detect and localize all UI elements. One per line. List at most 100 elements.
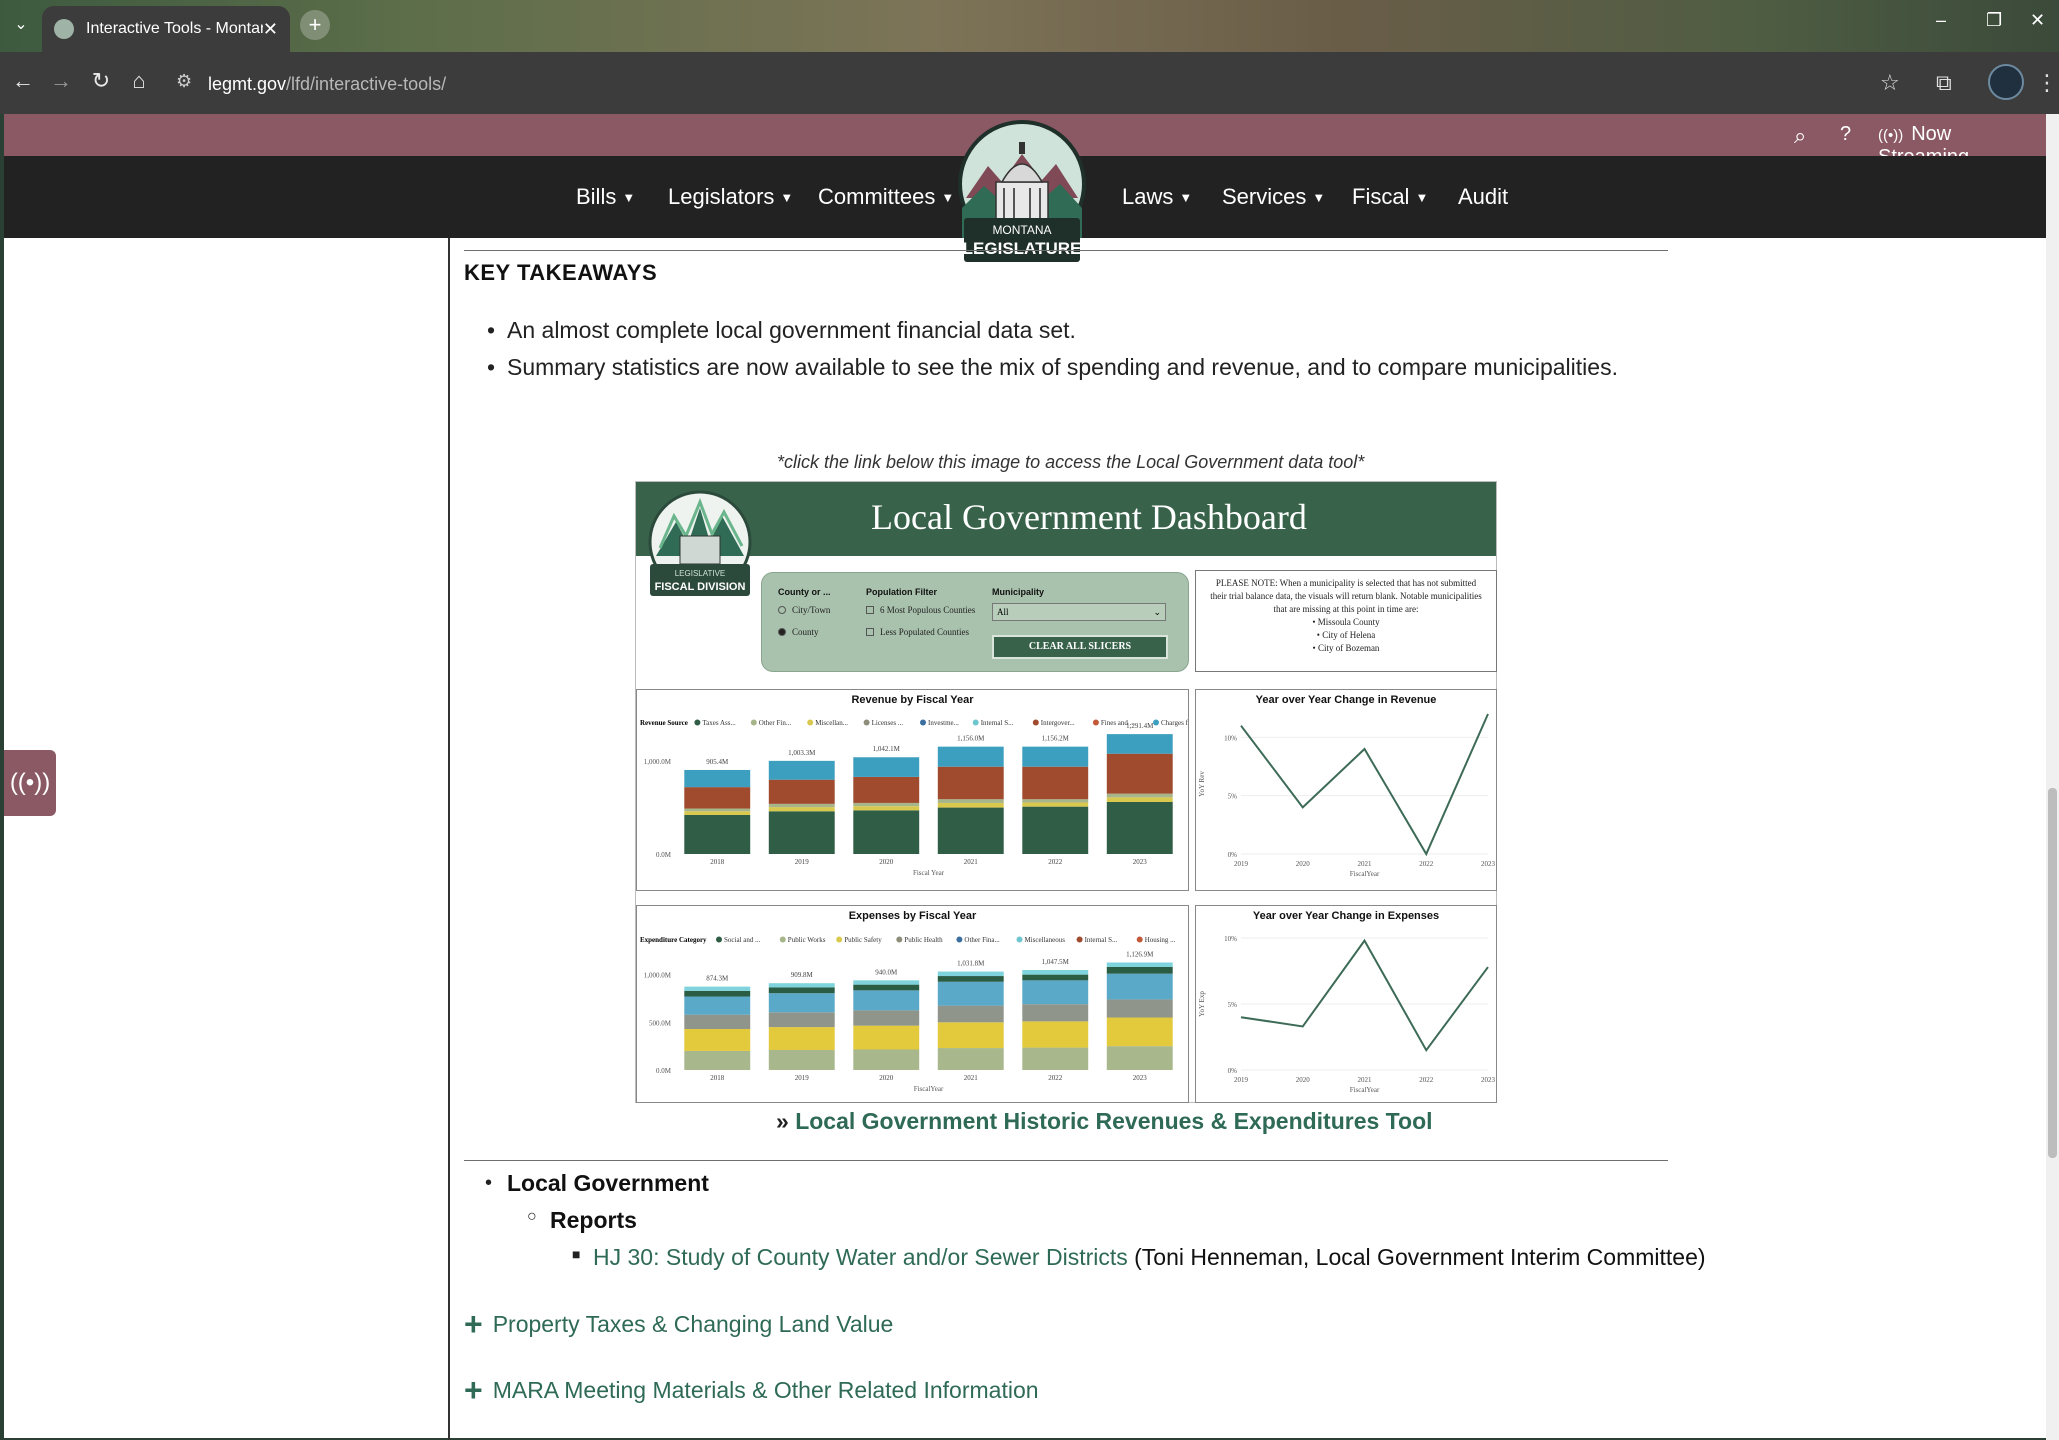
site-favicon-icon bbox=[54, 19, 74, 39]
legend-swatch bbox=[716, 936, 722, 943]
page-scrollbar[interactable] bbox=[2046, 114, 2059, 1440]
bar-segment bbox=[1022, 1021, 1089, 1048]
bar-segment bbox=[684, 1028, 751, 1051]
legend-entry: Other Fin... bbox=[759, 719, 792, 727]
takeaway-item: • Summary statistics are now available to… bbox=[487, 354, 1618, 380]
y-tick-label: 10% bbox=[1224, 935, 1237, 943]
population-filter-label: Population Filter bbox=[866, 587, 937, 597]
bar-segment bbox=[1106, 966, 1173, 974]
bar-segment bbox=[768, 993, 835, 1013]
reload-icon[interactable]: ↻ bbox=[86, 68, 116, 94]
browser-tab[interactable]: Interactive Tools - Montana Leg ✕ bbox=[42, 6, 290, 52]
scrollbar-thumb[interactable] bbox=[2048, 788, 2057, 1158]
accordion-mara-materials[interactable]: + MARA Meeting Materials & Other Related … bbox=[464, 1372, 1039, 1409]
local-government-tool-link[interactable]: » Local Government Historic Revenues & E… bbox=[776, 1108, 1433, 1135]
municipality-select[interactable]: All ⌄ bbox=[992, 603, 1166, 621]
legend-entry: Internal S... bbox=[981, 719, 1014, 727]
minimize-icon[interactable]: – bbox=[1936, 10, 1946, 31]
yoy-revenue-line-chart: 0% 5% 10% 2019 2020 2021 2022 2023 YoY Rev Fiscal… bbox=[1198, 713, 1496, 878]
expenses-bar-chart: Expenditure Category Social and ... Public… bbox=[640, 936, 1176, 1093]
legend-entry: Miscellan... bbox=[815, 719, 848, 727]
bar-segment bbox=[1022, 970, 1089, 975]
restore-icon[interactable]: ❐ bbox=[1986, 10, 2002, 31]
address-bar[interactable]: ⚙ legmt.gov/lfd/interactive-tools/ bbox=[170, 65, 1870, 101]
nav-bills[interactable]: Bills ▼ bbox=[576, 184, 635, 210]
nav-committees[interactable]: Committees ▼ bbox=[818, 184, 954, 210]
bar-segment bbox=[853, 776, 920, 803]
legend-entry: Housing ... bbox=[1145, 936, 1176, 944]
bookmark-star-icon[interactable]: ☆ bbox=[1880, 70, 1900, 96]
bullet-marker: ■ bbox=[572, 1246, 581, 1262]
x-tick-label: 2022 bbox=[1048, 1074, 1063, 1082]
bar-segment bbox=[1106, 1017, 1173, 1047]
nav-laws[interactable]: Laws ▼ bbox=[1122, 184, 1192, 210]
legend-entry: Investme... bbox=[928, 719, 959, 727]
revenue-bar-chart: Revenue Source Taxes Ass... Other Fin... Mi… bbox=[640, 719, 1188, 877]
extensions-puzzle-icon[interactable]: ⧉ bbox=[1936, 70, 1952, 96]
site-info-icon[interactable]: ⚙ bbox=[176, 71, 192, 92]
dashboard-title: Local Government Dashboard bbox=[871, 497, 1307, 537]
tab-close-icon[interactable]: ✕ bbox=[263, 19, 278, 40]
please-note-box: PLEASE NOTE: When a municipality is sele… bbox=[1195, 570, 1497, 672]
x-axis-label: FiscalYear bbox=[1350, 870, 1380, 878]
bar-segment bbox=[1106, 999, 1173, 1018]
bar-segment bbox=[768, 779, 835, 804]
bar-segment bbox=[937, 1048, 1004, 1070]
bar-segment bbox=[1022, 746, 1089, 767]
x-axis-label: FiscalYear bbox=[1350, 1086, 1380, 1094]
nav-services[interactable]: Services ▼ bbox=[1222, 184, 1325, 210]
legend-entry: Social and ... bbox=[724, 936, 761, 944]
x-tick-label: 2020 bbox=[879, 858, 894, 866]
bar-segment bbox=[1106, 802, 1173, 854]
bar-segment bbox=[1106, 1046, 1173, 1070]
forward-arrow-icon[interactable]: → bbox=[46, 68, 76, 94]
bar-segment bbox=[853, 810, 920, 854]
yoy-expenses-line-chart: 0% 5% 10% 2019 2020 2021 2022 2023 YoY Exp Fiscal… bbox=[1198, 935, 1496, 1094]
x-tick-label: 2023 bbox=[1481, 1076, 1496, 1084]
home-icon[interactable]: ⌂ bbox=[124, 68, 154, 94]
checkbox-less-populated[interactable]: Less Populated Counties bbox=[866, 627, 969, 637]
nav-legislators[interactable]: Legislators ▼ bbox=[668, 184, 793, 210]
bar-segment bbox=[937, 971, 1004, 977]
x-tick-label: 2020 bbox=[1296, 860, 1311, 868]
bar-segment bbox=[937, 981, 1004, 1006]
new-tab-button[interactable]: + bbox=[300, 10, 330, 40]
nav-audit[interactable]: Audit bbox=[1458, 184, 1508, 210]
montana-legislature-logo[interactable]: MONTANA LEGISLATURE bbox=[956, 118, 1088, 280]
x-tick-label: 2021 bbox=[1358, 860, 1373, 868]
nav-fiscal[interactable]: Fiscal ▼ bbox=[1352, 184, 1428, 210]
caret-down-icon: ▼ bbox=[941, 190, 955, 205]
profile-avatar[interactable] bbox=[1988, 64, 2024, 100]
caret-down-icon: ▼ bbox=[1312, 190, 1326, 205]
live-stream-side-button[interactable]: ((•)) bbox=[4, 750, 56, 816]
local-government-dashboard-image[interactable]: Local Government Dashboard LEGISLATIVE F… bbox=[635, 481, 1497, 1103]
clear-all-slicers-button[interactable]: CLEAR ALL SLICERS bbox=[992, 635, 1168, 659]
bar-segment bbox=[684, 986, 751, 991]
tab-list-chevron-icon[interactable]: ⌄ bbox=[6, 10, 36, 40]
checkbox-most-populous[interactable]: 6 Most Populous Counties bbox=[866, 605, 975, 615]
search-icon[interactable]: ⌕ bbox=[1794, 123, 1806, 149]
x-tick-label: 2021 bbox=[964, 858, 979, 866]
hj30-report-link[interactable]: HJ 30: Study of County Water and/or Sewe… bbox=[593, 1244, 1128, 1270]
browser-menu-icon[interactable]: ⋮ bbox=[2036, 70, 2058, 96]
y-tick-label: 0% bbox=[1228, 1067, 1238, 1075]
legend-entry: Licenses ... bbox=[872, 719, 904, 727]
radio-county[interactable]: County bbox=[778, 627, 819, 637]
bar-segment bbox=[1022, 802, 1089, 807]
help-icon[interactable]: ? bbox=[1840, 123, 1851, 146]
window-close-icon[interactable]: ✕ bbox=[2030, 10, 2045, 31]
x-tick-label: 2019 bbox=[1234, 1076, 1249, 1084]
bar-segment bbox=[853, 984, 920, 991]
data-label: 1,042.1M bbox=[873, 745, 901, 753]
accordion-property-taxes[interactable]: + Property Taxes & Changing Land Value bbox=[464, 1306, 893, 1343]
bar-segment bbox=[1022, 799, 1089, 803]
bar-segment bbox=[1022, 766, 1089, 800]
radio-city-town[interactable]: City/Town bbox=[778, 605, 830, 615]
bar-segment bbox=[853, 802, 920, 807]
content-left-border bbox=[448, 238, 450, 1440]
bar-segment bbox=[768, 811, 835, 854]
bullet-marker: • bbox=[485, 1172, 493, 1194]
back-arrow-icon[interactable]: ← bbox=[8, 68, 38, 94]
bar-segment bbox=[768, 983, 835, 988]
x-tick-label: 2020 bbox=[1296, 1076, 1311, 1084]
